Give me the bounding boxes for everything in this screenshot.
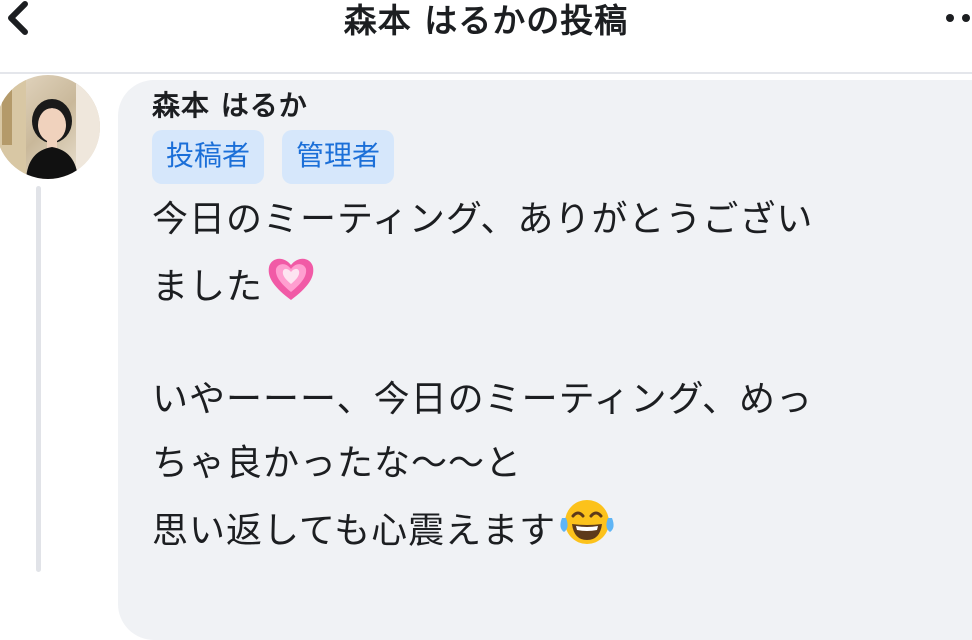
comment-text: 今日のミーティング、ありがとうござい ました いやーーー、今日のミーティング、め… [152,188,962,560]
badge-poster: 投稿者 [152,130,265,184]
message-line: 思い返しても心震えます [152,496,962,560]
thread-line [36,186,41,572]
message-line: 今日のミーティング、ありがとうござい [152,199,814,240]
badge-admin: 管理者 [282,130,395,184]
growing-heart-emoji [265,252,317,325]
tears-of-joy-emoji [558,496,616,569]
message-line: ちゃ良かったな〜〜と [152,443,523,484]
avatar-photo [0,75,100,179]
page-title: 森本 はるかの投稿 [343,1,629,40]
message-line: いやーーー、今日のミーティング、めっ [152,379,813,420]
role-badges: 投稿者 管理者 [152,130,395,184]
author-name[interactable]: 森本 はるか [152,84,308,124]
top-bar: 森本 はるかの投稿 [0,0,972,72]
more-horizontal-icon [946,14,970,22]
more-options-button[interactable] [942,6,972,30]
author-avatar[interactable] [0,75,100,179]
message-line: ました [152,252,962,316]
header-divider [0,72,972,74]
